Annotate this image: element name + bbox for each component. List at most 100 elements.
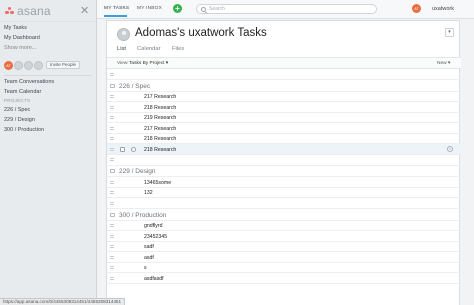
task-name[interactable]: 218 Research <box>144 105 176 111</box>
task-row[interactable]: 219 Research <box>107 113 461 123</box>
sidebar-item-team-calendar[interactable]: Team Calendar <box>0 87 96 97</box>
drag-handle-icon[interactable] <box>110 158 114 161</box>
divider <box>4 75 92 76</box>
section-header[interactable]: 229 / Design <box>107 166 461 177</box>
logo-dots-icon <box>5 6 14 15</box>
sidebar-item-team-conversations[interactable]: Team Conversations <box>0 77 96 87</box>
sidebar-item-show-more[interactable]: Show more... <box>0 43 96 53</box>
drag-handle-icon[interactable] <box>110 72 114 76</box>
task-name[interactable]: 13465some <box>144 180 171 186</box>
section-folder-icon <box>110 83 115 88</box>
blank-row[interactable] <box>107 69 461 80</box>
task-row[interactable]: s <box>107 263 461 273</box>
drag-handle-icon[interactable] <box>110 95 114 98</box>
blank-row[interactable] <box>107 155 461 166</box>
drag-handle-icon[interactable] <box>110 201 114 205</box>
view-label: View: <box>117 61 129 66</box>
task-name[interactable]: 132 <box>144 190 153 196</box>
view-select[interactable]: Tasks By Project ▾ <box>129 61 168 66</box>
drag-handle-icon[interactable] <box>110 137 114 140</box>
drag-handle-icon[interactable] <box>110 245 114 248</box>
top-bar: MY TASKS MY INBOX + Search AT uxatwork <box>97 0 474 19</box>
task-row[interactable]: 23452345 <box>107 231 461 242</box>
projects-header: PROJECTS <box>4 98 31 103</box>
drag-handle-icon[interactable] <box>110 191 114 194</box>
logo-text: asana <box>17 3 51 18</box>
drag-handle-icon[interactable] <box>110 116 114 119</box>
task-row[interactable]: asdf <box>107 252 461 263</box>
add-task-button[interactable]: + <box>173 4 182 13</box>
section-header[interactable]: 300 / Production <box>107 209 461 221</box>
task-row[interactable]: sadf <box>107 242 461 252</box>
task-name[interactable]: sadf <box>144 244 154 250</box>
task-name[interactable]: 23452345 <box>144 234 167 240</box>
tab-my-inbox[interactable]: MY INBOX <box>137 6 162 11</box>
empty-member-slot-icon <box>34 60 43 70</box>
drag-handle-icon[interactable] <box>110 180 114 184</box>
section-title: 229 / Design <box>119 168 156 175</box>
task-complete-circle-icon[interactable] <box>131 146 136 152</box>
task-name[interactable]: s <box>144 265 147 271</box>
task-name-input[interactable]: 218 Research <box>144 147 176 153</box>
task-row[interactable]: asdfasdf <box>107 273 461 284</box>
sidebar-project-226-spec[interactable]: 226 / Spec <box>0 105 96 115</box>
tab-list[interactable]: List <box>117 46 126 52</box>
task-row[interactable]: 13465some <box>107 177 461 188</box>
task-name[interactable]: asdf <box>144 255 154 261</box>
task-row-selected[interactable]: 218 Research › <box>107 144 461 155</box>
blank-row[interactable] <box>107 198 461 209</box>
invite-people-button[interactable]: Invite People <box>46 61 81 69</box>
section-header[interactable]: 226 / Spec <box>107 80 461 92</box>
task-name[interactable]: 219 Research <box>144 115 176 121</box>
open-details-icon[interactable]: › <box>447 146 453 152</box>
task-name[interactable]: asdfasdf <box>144 276 164 282</box>
sidebar-project-229-design[interactable]: 229 / Design <box>0 115 96 125</box>
task-row[interactable]: 217 Research <box>107 123 461 134</box>
page-title: Adomas's uxatwork Tasks <box>135 27 267 39</box>
asana-logo[interactable]: asana <box>5 4 51 18</box>
task-name[interactable]: gndflyrd <box>144 223 162 229</box>
task-row[interactable]: 218 Research <box>107 102 461 113</box>
drag-handle-icon[interactable] <box>110 266 114 269</box>
new-button[interactable]: New ▾ <box>437 61 450 66</box>
team-members-row: AT Invite People <box>0 58 96 72</box>
title-dropdown-button[interactable]: ▾ <box>445 28 454 37</box>
task-list-panel: Adomas's uxatwork Tasks ▾ List Calendar … <box>106 20 461 305</box>
user-name[interactable]: uxatwork <box>432 6 454 12</box>
empty-member-slot-icon <box>24 60 33 70</box>
section-folder-icon <box>110 212 115 217</box>
close-sidebar-icon[interactable]: ✕ <box>80 4 89 17</box>
sidebar-item-my-tasks[interactable]: My Tasks <box>0 23 96 33</box>
task-name[interactable]: 217 Research <box>144 94 176 100</box>
sidebar-project-300-production[interactable]: 300 / Production <box>0 125 96 135</box>
sidebar: asana ✕ My Tasks My Dashboard Show more.… <box>0 0 97 305</box>
drag-handle-icon[interactable] <box>110 224 114 227</box>
logo-row: asana ✕ <box>0 0 96 22</box>
task-checkbox[interactable] <box>120 146 125 152</box>
task-name[interactable]: 217 Research <box>144 126 176 132</box>
task-row[interactable]: 132 <box>107 188 461 198</box>
drag-handle-icon[interactable] <box>110 255 114 259</box>
search-icon <box>201 6 206 12</box>
empty-member-slot-icon <box>14 60 23 70</box>
task-row[interactable]: gndflyrd <box>107 221 461 231</box>
user-avatar[interactable]: AT <box>412 4 421 13</box>
section-folder-icon <box>110 169 115 173</box>
task-row[interactable]: 217 Research <box>107 92 461 102</box>
drag-handle-icon[interactable] <box>110 276 114 280</box>
tab-calendar[interactable]: Calendar <box>137 46 161 52</box>
search-input[interactable]: Search <box>196 4 377 14</box>
drag-handle-icon[interactable] <box>110 126 114 130</box>
drag-handle-icon[interactable] <box>110 147 114 151</box>
section-title: 226 / Spec <box>119 82 151 90</box>
search-placeholder: Search <box>209 6 225 12</box>
task-name[interactable]: 218 Research <box>144 136 176 142</box>
drag-handle-icon[interactable] <box>110 105 114 109</box>
task-row[interactable]: 218 Research <box>107 134 461 144</box>
section-title: 300 / Production <box>119 211 167 219</box>
tab-files[interactable]: Files <box>172 46 184 52</box>
drag-handle-icon[interactable] <box>110 234 114 238</box>
sidebar-item-my-dashboard[interactable]: My Dashboard <box>0 33 96 43</box>
team-avatar[interactable]: AT <box>4 60 13 70</box>
tab-my-tasks[interactable]: MY TASKS <box>104 6 129 11</box>
